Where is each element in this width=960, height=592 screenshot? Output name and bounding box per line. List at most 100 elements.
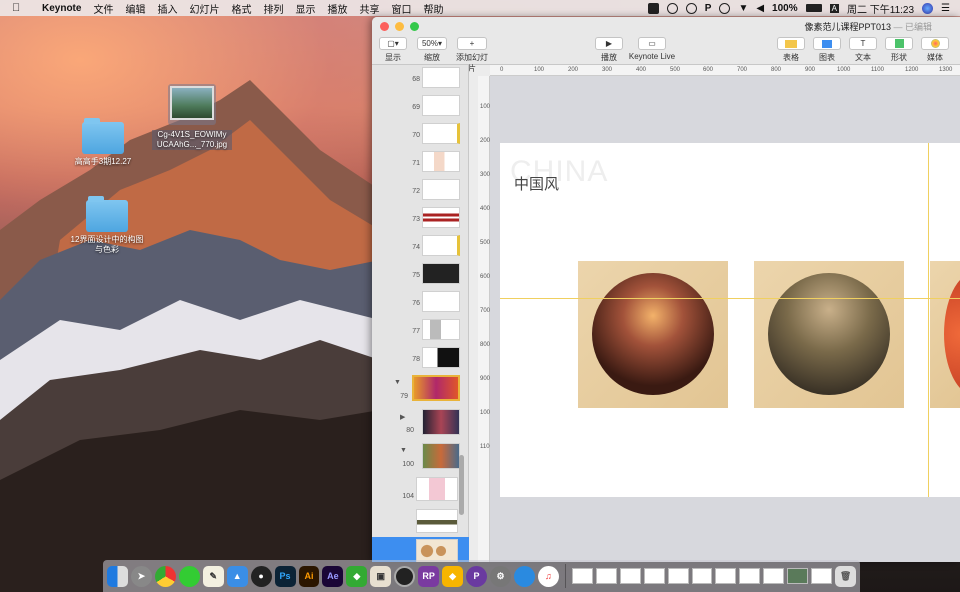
menu-format[interactable]: 格式	[225, 1, 257, 16]
text-control[interactable]: T 文本	[848, 37, 878, 63]
wifi-icon[interactable]: ▼	[738, 3, 748, 14]
slide-thumbnail[interactable]	[422, 291, 460, 312]
menu-slide[interactable]: 幻灯片	[183, 1, 225, 16]
round-image-1[interactable]	[592, 273, 714, 395]
table-icon[interactable]	[777, 37, 805, 50]
illustrator-icon[interactable]: Ai	[298, 565, 320, 587]
document-thumbnail-icon[interactable]	[643, 568, 665, 584]
clock[interactable]: 周二 下午11:23	[847, 1, 914, 16]
document-thumbnail-icon[interactable]	[691, 568, 713, 584]
slide-thumbnail[interactable]	[416, 509, 458, 533]
keynote-live-icon[interactable]: ▭	[638, 37, 666, 50]
slide-thumbnail[interactable]	[422, 319, 460, 340]
add-slide-icon[interactable]: +	[457, 37, 487, 50]
list-icon[interactable]: ☰	[941, 3, 950, 14]
p-icon[interactable]: P	[705, 3, 712, 14]
pp-app-icon[interactable]: P	[466, 565, 488, 587]
desktop-image-file[interactable]: Cg-4V1S_EOWIMy UCAAhG..._770.jpg	[152, 84, 232, 150]
slide-thumbnail-row[interactable]: 72	[372, 177, 469, 204]
slide-thumbnail[interactable]	[422, 443, 460, 469]
trash-icon[interactable]: 🗑	[835, 565, 857, 587]
keynote-live-control[interactable]: ▭ Keynote Live	[628, 37, 676, 61]
document-thumbnail-icon[interactable]	[571, 568, 593, 584]
menu-play[interactable]: 播放	[321, 1, 353, 16]
sketch-icon[interactable]: ◆	[442, 565, 464, 587]
table-control[interactable]: 表格	[776, 37, 806, 63]
status-app-icon[interactable]	[647, 2, 659, 14]
chrome-icon[interactable]	[154, 565, 176, 587]
siri-icon[interactable]	[922, 2, 934, 14]
browser-icon[interactable]	[513, 565, 535, 587]
menu-window[interactable]: 窗口	[385, 1, 417, 16]
menu-insert[interactable]: 插入	[151, 1, 183, 16]
finder-icon[interactable]	[107, 565, 128, 587]
slide-thumbnail-row-selected[interactable]	[372, 537, 469, 562]
zoom-button[interactable]	[410, 21, 419, 31]
sync-icon[interactable]	[719, 2, 731, 14]
photoshop-icon[interactable]: Ps	[274, 565, 296, 587]
itunes-icon[interactable]: ♫	[537, 565, 559, 587]
slide-thumbnail[interactable]	[422, 263, 460, 284]
play-icon[interactable]: ▶	[595, 37, 623, 50]
desktop-folder-1[interactable]: 高高手3期12.27	[63, 118, 143, 167]
menu-view[interactable]: 显示	[289, 1, 321, 16]
menu-edit[interactable]: 编辑	[119, 1, 151, 16]
notes-icon[interactable]: ✎	[202, 565, 224, 587]
document-thumbnail-icon[interactable]	[811, 568, 833, 584]
slide-thumbnail[interactable]	[422, 95, 460, 116]
document-thumbnail-icon[interactable]	[763, 568, 785, 584]
after-effects-icon[interactable]: Ae	[322, 565, 344, 587]
apple-menu-icon[interactable]: 	[12, 2, 26, 14]
slide-thumbnail[interactable]	[422, 123, 460, 144]
slide-thumbnail[interactable]	[422, 235, 460, 256]
image-card-1[interactable]	[578, 261, 728, 408]
image-card-3[interactable]	[930, 261, 960, 408]
slide-thumbnail-row[interactable]	[372, 507, 469, 535]
zoom-select[interactable]: 50% ▾	[417, 37, 447, 50]
evernote-icon[interactable]: ◆	[346, 565, 368, 587]
slide-thumbnail[interactable]	[422, 207, 460, 228]
disclosure-triangle-icon[interactable]: ▶	[400, 413, 405, 421]
slide-thumbnail-row[interactable]: 76	[372, 289, 469, 316]
shape-icon[interactable]	[885, 37, 913, 50]
slide-thumbnail-row[interactable]: 68	[372, 65, 469, 92]
menu-help[interactable]: 帮助	[417, 1, 449, 16]
text-icon[interactable]: T	[849, 37, 877, 50]
slide-thumbnail[interactable]	[422, 179, 460, 200]
chart-control[interactable]: 图表	[812, 37, 842, 63]
minimize-button[interactable]	[395, 21, 404, 31]
media-control[interactable]: 媒体	[920, 37, 950, 63]
slide-thumbnail-row[interactable]: ▶ 80	[372, 407, 469, 439]
slide-thumbnail[interactable]	[422, 409, 460, 435]
slide-thumbnail-row[interactable]: 78	[372, 345, 469, 372]
document-thumbnail-icon[interactable]	[667, 568, 689, 584]
disclosure-triangle-icon[interactable]: ▼	[394, 379, 401, 386]
slide-canvas[interactable]: CHINA 中国风	[490, 76, 960, 562]
zoom-control[interactable]: 50% ▾ 缩放	[416, 37, 448, 63]
disclosure-triangle-icon[interactable]: ▼	[400, 447, 407, 454]
menu-file[interactable]: 文件	[87, 1, 119, 16]
slide-thumbnail-row[interactable]: ▼ 79	[372, 373, 469, 405]
document-thumbnail-icon[interactable]	[739, 568, 761, 584]
clock-app-icon[interactable]	[394, 565, 416, 587]
slide-thumbnail[interactable]	[422, 151, 460, 172]
slide-thumbnail-row[interactable]: 73	[372, 205, 469, 232]
sidebar-scrollbar[interactable]	[459, 455, 464, 515]
chart-icon[interactable]	[813, 37, 841, 50]
desktop-folder-2[interactable]: 12界面设计中的构图 与色彩	[63, 196, 151, 255]
system-preferences-icon[interactable]: ⚙	[490, 565, 511, 587]
pause-icon[interactable]	[666, 2, 678, 14]
slide-thumbnail-row[interactable]: 104	[372, 475, 469, 505]
cloud-icon[interactable]	[685, 2, 697, 14]
slide-thumbnail[interactable]	[416, 539, 458, 562]
document-thumbnail-icon[interactable]	[595, 568, 617, 584]
wechat-icon[interactable]	[178, 565, 200, 587]
image-card-2[interactable]	[754, 261, 904, 408]
document-thumbnail-icon[interactable]	[715, 568, 737, 584]
slide-title[interactable]: 中国风	[514, 173, 559, 194]
slide-thumbnail[interactable]	[412, 375, 460, 401]
round-image-2[interactable]	[768, 273, 890, 395]
slide-thumbnail-row[interactable]: 74	[372, 233, 469, 260]
round-image-3[interactable]	[944, 273, 960, 395]
launchpad-icon[interactable]: ➤	[130, 565, 152, 587]
